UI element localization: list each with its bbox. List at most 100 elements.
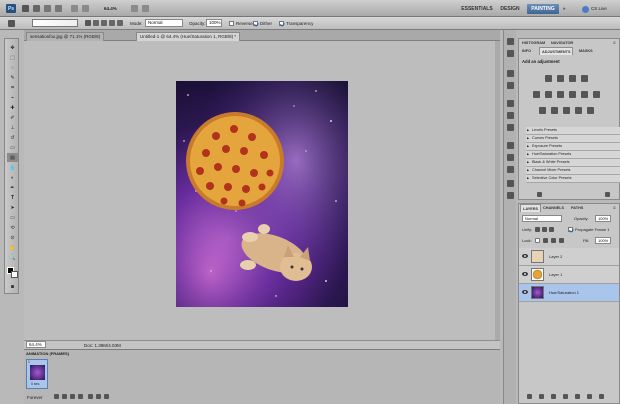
new-layer-icon[interactable] [587,394,592,399]
layer-name[interactable]: Layer 2 [549,254,562,259]
layer-name[interactable]: Hue/Saturation 1 [549,290,579,295]
quick-mask-icon[interactable]: ◙ [7,282,18,291]
dock-icon-1[interactable] [507,38,514,45]
eye-icon[interactable] [522,272,528,276]
dock-icon-7[interactable] [507,124,514,131]
eye-icon[interactable] [522,254,528,258]
dock-icon-3[interactable] [507,70,514,77]
blur-tool-icon[interactable]: 💧 [7,163,18,172]
previous-frame-icon[interactable] [62,394,67,399]
tab-masks[interactable]: MASKS [577,47,595,55]
blend-mode-select[interactable]: Normal [522,215,562,222]
dock-icon-4[interactable] [507,82,514,89]
workspace-more-icon[interactable]: » [563,6,566,11]
tab-paths[interactable]: PATHS [569,204,585,212]
tab-navigator[interactable]: NAVIGATOR [549,39,575,47]
preset-black-white[interactable]: Black & White Presets [526,159,620,167]
lock-position-icon[interactable] [551,238,556,243]
gradient-map-icon[interactable] [575,107,582,114]
dither-checkbox[interactable] [253,21,258,26]
hue-saturation-icon[interactable] [545,91,552,98]
minibridge-icon[interactable] [33,5,40,12]
gradient-picker[interactable] [32,19,78,27]
invert-icon[interactable] [539,107,546,114]
posterize-icon[interactable] [551,107,558,114]
fill-field[interactable]: 100% [595,237,611,244]
hand-tool-icon[interactable]: ✋ [7,243,18,252]
hand-icon[interactable] [71,5,78,12]
channel-mixer-icon[interactable] [593,91,600,98]
dodge-tool-icon[interactable]: ◐ [7,173,18,182]
reverse-checkbox[interactable] [229,21,234,26]
dock-icon-8[interactable] [507,142,514,149]
curves-icon[interactable] [569,75,576,82]
quick-select-tool-icon[interactable]: ✎ [7,73,18,82]
eraser-tool-icon[interactable]: ▭ [7,143,18,152]
diamond-gradient-icon[interactable] [117,20,123,26]
link-layers-icon[interactable] [527,394,532,399]
propagate-frame-checkbox[interactable] [568,227,573,232]
exposure-icon[interactable] [581,75,588,82]
angle-gradient-icon[interactable] [101,20,107,26]
new-layer-icon[interactable] [605,192,610,197]
pen-tool-icon[interactable]: ✒ [7,183,18,192]
bridge-icon[interactable] [22,5,29,12]
frame-delay[interactable]: 0 sec. [31,382,40,386]
layers-panel-menu-icon[interactable]: ≡ [613,205,616,210]
shape-tool-icon[interactable]: ▭ [7,213,18,222]
dock-icon-11[interactable] [507,180,514,187]
zoom-field[interactable]: 64.4% [26,341,46,348]
levels-icon[interactable] [557,75,564,82]
preset-curves[interactable]: Curves Presets [526,135,620,143]
unify-position-icon[interactable] [535,227,540,232]
black-white-icon[interactable] [569,91,576,98]
clone-stamp-tool-icon[interactable]: ⊥ [7,123,18,132]
layer-row-layer-1[interactable]: Layer 1 [519,266,619,284]
tab-layers[interactable]: LAYERS [520,204,542,212]
tab-info[interactable]: INFO [520,47,533,55]
vibrance-icon[interactable] [533,91,540,98]
preset-exposure[interactable]: Exposure Presets [526,143,620,151]
delete-frame-icon[interactable] [104,394,109,399]
layer-mask-icon[interactable] [551,394,556,399]
type-tool-icon[interactable]: T [7,193,18,202]
play-icon[interactable] [70,394,75,399]
3d-orbit-tool-icon[interactable]: ⊙ [7,233,18,242]
reflected-gradient-icon[interactable] [109,20,115,26]
lock-image-icon[interactable] [543,238,548,243]
brush-tool-icon[interactable]: ✐ [7,113,18,122]
3d-rotate-tool-icon[interactable]: ⟲ [7,223,18,232]
tab-histogram[interactable]: HISTOGRAM [520,39,547,47]
cs-live-icon[interactable] [582,6,589,13]
new-group-icon[interactable] [575,394,580,399]
layer-opacity-field[interactable]: 100% [595,215,611,222]
layer-row-layer-2[interactable]: Layer 2 [519,248,619,266]
crop-tool-icon[interactable]: ⌗ [7,83,18,92]
path-selection-tool-icon[interactable]: ➤ [7,203,18,212]
duplicate-frame-icon[interactable] [96,394,101,399]
eyedropper-tool-icon[interactable]: ⌁ [7,93,18,102]
gradient-tool-icon[interactable]: ▤ [7,153,18,162]
radial-gradient-icon[interactable] [93,20,99,26]
healing-brush-tool-icon[interactable]: ✚ [7,103,18,112]
move-tool-icon[interactable]: ✥ [7,43,18,52]
animation-frame[interactable]: 1 0 sec. [26,359,48,389]
lock-transparent-icon[interactable] [535,238,540,243]
document-image[interactable] [176,81,348,307]
workspace-essentials[interactable]: ESSENTIALS [460,4,494,14]
clip-to-layer-icon[interactable] [537,192,542,197]
transparency-checkbox[interactable] [279,21,284,26]
gradient-tool-preset-icon[interactable] [8,20,15,27]
photo-filter-icon[interactable] [581,91,588,98]
dock-icon-6[interactable] [507,112,514,119]
history-brush-tool-icon[interactable]: ↺ [7,133,18,142]
workspace-design[interactable]: DESIGN [498,4,522,14]
panel-menu-icon[interactable]: ≡ [613,40,616,45]
cs-live-label[interactable]: CS Live [591,6,607,11]
canvas-vertical-scrollbar[interactable] [495,41,500,340]
unify-visibility-icon[interactable] [542,227,547,232]
zoom-icon[interactable] [82,5,89,12]
layer-name[interactable]: Layer 1 [549,272,562,277]
selective-color-icon[interactable] [587,107,594,114]
grid-icon[interactable] [55,5,62,12]
